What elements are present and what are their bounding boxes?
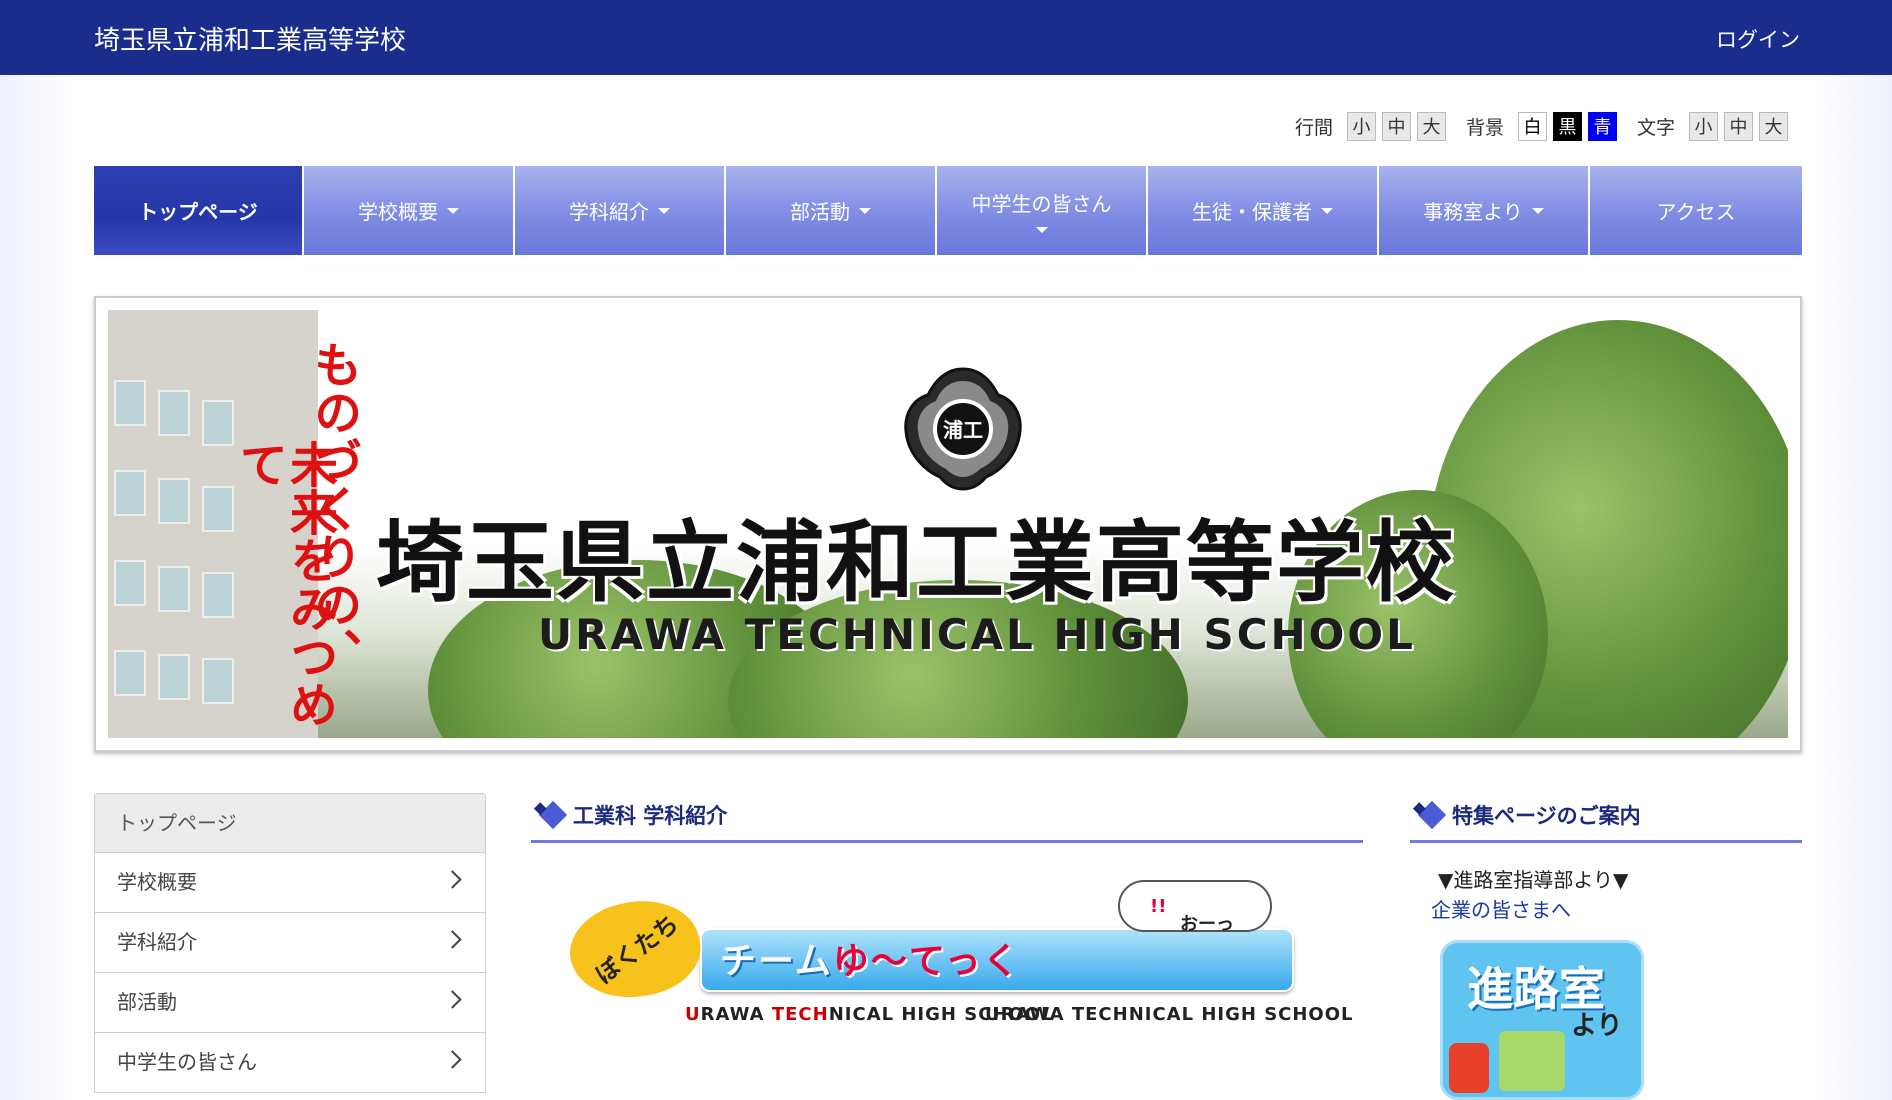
section-heading-text: 特集ページのご案内 [1452,804,1641,828]
text-size-small-button[interactable]: 小 [1689,112,1718,141]
section-heading-text: 工業科 学科紹介 [573,804,728,828]
nav-item-students-parents[interactable]: 生徒・保護者 [1148,166,1379,255]
caret-down-icon [859,207,871,214]
sidebar-item-top-page[interactable]: トップページ [94,793,486,853]
boku-badge: ぼくたち [561,889,709,1010]
main-nav: トップページ 学校概要 学科紹介 部活動 中学生の皆さん 生徒・保護者 事務室よ… [94,166,1802,255]
nav-item-clubs[interactable]: 部活動 [726,166,937,255]
background-white-button[interactable]: 白 [1517,112,1547,141]
nav-label: 中学生の皆さん [971,192,1112,216]
hero-image: 浦工 ものづくりの、 未来をみつめて 埼玉県立浦和工業高等学校 URAWA TE… [108,310,1788,738]
line-spacing-medium-button[interactable]: 中 [1381,112,1411,141]
chevron-right-icon [443,990,462,1009]
background-blue-button[interactable]: 青 [1587,112,1617,141]
nav-label: 生徒・保護者 [1192,200,1312,224]
hero-subtitle: URAWA TECHNICAL HIGH SCHOOL [538,610,1416,659]
site-title[interactable]: 埼玉県立浦和工業高等学校 [94,20,406,57]
caret-down-icon [1035,227,1048,233]
chevron-right-icon [443,870,462,889]
career-notice: ▼進路室指導部より▼ [1438,868,1629,892]
nav-label: トップページ [138,200,258,224]
accessibility-controls: 行間 小 中 大 背景 白 黒 青 文字 小 中 大 [1295,112,1788,141]
chevron-right-icon [443,930,462,949]
department-section-heading: 工業科 学科紹介 [531,800,1363,843]
text-size-medium-button[interactable]: 中 [1724,112,1753,141]
career-office-card[interactable]: 進路室 より [1440,940,1644,1100]
nav-label: 学科紹介 [569,200,649,224]
line-spacing-label: 行間 [1294,117,1333,139]
svg-text:浦工: 浦工 [943,418,983,442]
caret-down-icon [1531,207,1544,214]
caret-down-icon [1321,207,1333,214]
hero-tagline-2: 未来をみつめて [231,440,337,728]
sidebar-item-school-overview[interactable]: 学校概要 [94,853,486,913]
nav-label: 学校概要 [358,200,438,224]
sidebar-item-departments[interactable]: 学科紹介 [94,913,486,973]
nav-item-office[interactable]: 事務室より [1379,166,1590,255]
sidebar-item-label: 中学生の皆さん [117,1050,257,1074]
team-caption-2: URAWA TECHNICAL HIGH SCHOOL [985,1004,1354,1025]
sidebar-item-junior-high[interactable]: 中学生の皆さん [94,1033,486,1093]
login-link[interactable]: ログイン [1716,24,1800,54]
team-banner-label: チームゆ〜てっく [720,941,1021,982]
line-spacing-large-button[interactable]: 大 [1416,112,1446,141]
hero-banner: 浦工 ものづくりの、 未来をみつめて 埼玉県立浦和工業高等学校 URAWA TE… [94,296,1802,752]
nav-label: 事務室より [1423,200,1523,224]
team-utech-banner[interactable]: チームゆ〜てっく ぼくたち おーっ!! URAWA TECHNICAL HIGH… [561,880,1353,1030]
caret-down-icon [658,207,670,214]
sidebar-item-label: 部活動 [117,990,177,1014]
nav-label: 部活動 [790,200,850,224]
sidebar-item-clubs[interactable]: 部活動 [94,973,486,1033]
diamond-icon [538,800,568,830]
text-size-label: 文字 [1636,117,1675,139]
robot-illustration [1449,1043,1489,1093]
background-black-button[interactable]: 黒 [1552,112,1582,141]
background-label: 背景 [1465,117,1504,139]
building-illustration [1499,1031,1565,1091]
nav-item-junior-high[interactable]: 中学生の皆さん [937,166,1148,255]
sidebar-item-label: 学校概要 [117,870,197,894]
nav-label: アクセス [1656,200,1736,224]
chevron-right-icon [443,1050,462,1069]
career-card-sub: より [1571,1011,1623,1041]
sidebar-item-label: 学科紹介 [117,930,197,954]
nav-item-school-overview[interactable]: 学校概要 [304,166,515,255]
companies-link[interactable]: 企業の皆さまへ [1431,894,1571,923]
sidebar-menu: トップページ 学校概要 学科紹介 部活動 中学生の皆さん [94,793,486,1093]
diamond-icon [1417,800,1447,830]
top-header: 埼玉県立浦和工業高等学校 ログイン [0,0,1892,75]
text-size-large-button[interactable]: 大 [1759,112,1788,141]
speech-cloud: おーっ!! [1118,880,1272,935]
feature-section-heading: 特集ページのご案内 [1410,800,1802,843]
school-emblem-icon: 浦工 [904,367,1022,491]
nav-item-departments[interactable]: 学科紹介 [515,166,726,255]
caret-down-icon [447,207,459,214]
nav-item-top-page[interactable]: トップページ [94,166,304,255]
line-spacing-small-button[interactable]: 小 [1346,112,1376,141]
nav-item-access[interactable]: アクセス [1590,166,1802,255]
hero-title: 埼玉県立浦和工業高等学校 [376,511,1457,614]
